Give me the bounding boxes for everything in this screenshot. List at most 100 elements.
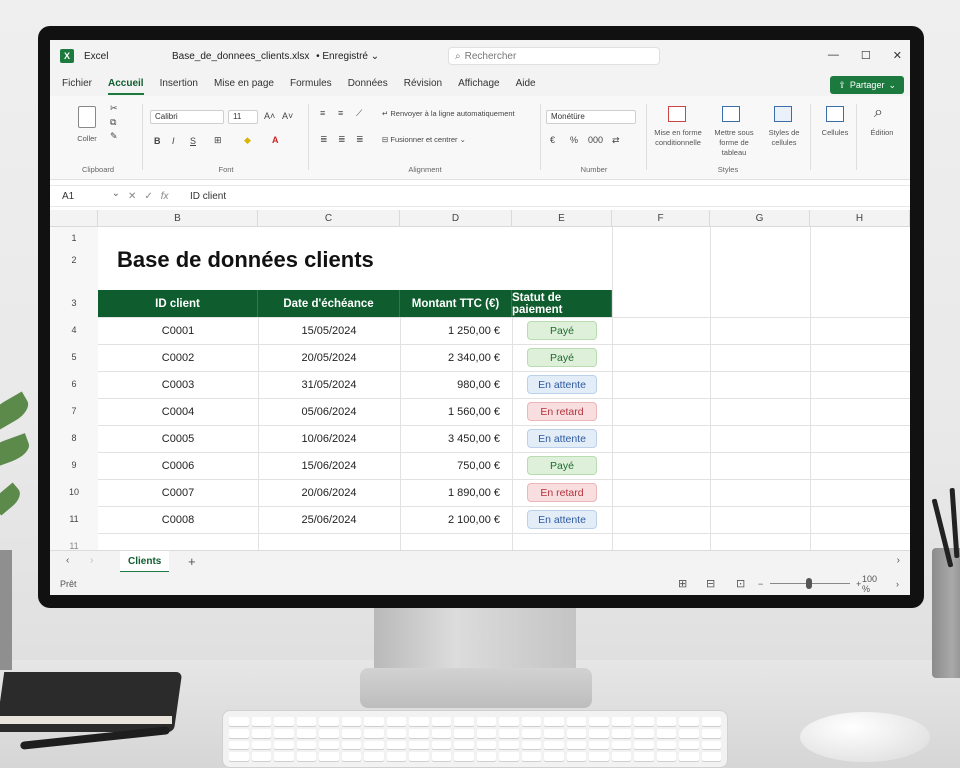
cell-amount[interactable]: 2 100,00 € — [400, 506, 512, 533]
cell-status[interactable]: En attente — [512, 371, 612, 398]
row-header[interactable]: 7 — [50, 398, 98, 425]
font-size-select[interactable]: 11 — [228, 110, 258, 124]
cell-status[interactable]: En attente — [512, 425, 612, 452]
currency-button[interactable]: € — [550, 135, 555, 145]
search-input[interactable]: ⌕ Rechercher — [448, 47, 660, 65]
cell-client-id[interactable]: C0005 — [98, 425, 258, 452]
align-right-icon[interactable]: ≣ — [356, 134, 364, 145]
cell-status[interactable]: Payé — [512, 344, 612, 371]
cell-client-id[interactable]: C0008 — [98, 506, 258, 533]
column-header[interactable]: C — [258, 210, 400, 227]
magnifier-icon[interactable]: ⌕ — [874, 104, 883, 122]
number-format-select[interactable]: Monétüre — [546, 110, 636, 124]
cell-due-date[interactable]: 20/06/2024 — [258, 479, 400, 506]
zoom-level[interactable]: 100 % — [862, 574, 886, 594]
page-break-icon[interactable]: ⊡ — [736, 577, 745, 590]
percent-button[interactable]: % — [570, 135, 578, 145]
wrap-text-button[interactable]: ↵ Renvoyer à la ligne automatiquement — [382, 109, 515, 118]
formula-input[interactable]: ID client — [184, 191, 910, 202]
conditional-format-icon[interactable] — [668, 106, 686, 122]
cell-client-id[interactable]: C0004 — [98, 398, 258, 425]
tab-fichier[interactable]: Fichier — [54, 72, 100, 96]
row-header[interactable]: 11 — [50, 533, 98, 551]
conditional-format-button[interactable]: Mise en forme conditionnelle — [652, 128, 704, 148]
font-name-select[interactable]: Calibri — [150, 110, 224, 124]
normal-view-icon[interactable]: ⊞ — [678, 577, 687, 590]
grow-font-button[interactable]: A˄ — [264, 111, 275, 121]
cell-status[interactable]: Payé — [512, 317, 612, 344]
decimal-icon[interactable]: ⇄ — [612, 135, 620, 146]
font-color-icon[interactable]: A — [272, 135, 279, 145]
cell-client-id[interactable]: C0003 — [98, 371, 258, 398]
row-header[interactable]: 9 — [50, 452, 98, 479]
format-table-icon[interactable] — [722, 106, 740, 122]
confirm-icon[interactable]: ✓ — [144, 191, 152, 202]
zoom-slider-thumb[interactable] — [806, 578, 812, 589]
column-header[interactable]: F — [612, 210, 710, 227]
cell-client-id[interactable]: C0006 — [98, 452, 258, 479]
format-table-button[interactable]: Mettre sous forme de tableau — [706, 128, 762, 158]
table-header-cell[interactable]: Statut de paiement — [512, 290, 612, 317]
chevron-right-icon[interactable]: › — [90, 555, 93, 566]
chevron-left-icon[interactable]: ‹ — [66, 555, 69, 566]
row-header[interactable]: 1 — [50, 227, 98, 250]
row-header[interactable]: 3 — [50, 290, 98, 317]
cell-status[interactable]: En retard — [512, 479, 612, 506]
tab-données[interactable]: Données — [340, 72, 396, 96]
fill-color-icon[interactable]: ◆ — [244, 135, 251, 146]
tab-formules[interactable]: Formules — [282, 72, 340, 96]
add-sheet-button[interactable]: + — [188, 554, 196, 569]
cell-amount[interactable]: 1 250,00 € — [400, 317, 512, 344]
format-painter-icon[interactable]: ✎ — [110, 131, 118, 142]
scroll-right-icon[interactable]: › — [897, 555, 900, 566]
orientation-icon[interactable]: ⟋ — [356, 108, 362, 119]
cell-amount[interactable]: 750,00 € — [400, 452, 512, 479]
cell-styles-icon[interactable] — [774, 106, 792, 122]
table-header-cell[interactable]: Montant TTC (€) — [400, 290, 512, 317]
zoom-in-button[interactable]: + — [856, 579, 861, 589]
row-header[interactable]: 2 — [50, 250, 98, 270]
cell-amount[interactable]: 980,00 € — [400, 371, 512, 398]
italic-button[interactable]: I — [172, 136, 175, 146]
maximize-button[interactable]: ☐ — [861, 49, 871, 62]
cell-status[interactable]: En retard — [512, 398, 612, 425]
column-header[interactable]: H — [810, 210, 910, 227]
cell-due-date[interactable]: 10/06/2024 — [258, 425, 400, 452]
table-header-cell[interactable]: ID client — [98, 290, 258, 317]
row-header[interactable]: 10 — [50, 479, 98, 506]
cancel-icon[interactable]: ✕ — [128, 191, 136, 202]
row-header[interactable]: 11 — [50, 506, 98, 533]
column-header[interactable]: G — [710, 210, 810, 227]
cut-icon[interactable]: ✂ — [110, 103, 118, 114]
align-left-icon[interactable]: ≣ — [320, 134, 328, 145]
paste-label[interactable]: Coller — [64, 134, 110, 144]
cell-amount[interactable]: 1 560,00 € — [400, 398, 512, 425]
cell-status[interactable]: Payé — [512, 452, 612, 479]
cell-amount[interactable]: 1 890,00 € — [400, 479, 512, 506]
cell-amount[interactable]: 2 340,00 € — [400, 344, 512, 371]
minimize-button[interactable]: — — [828, 49, 839, 62]
zoom-out-button[interactable]: − — [758, 579, 763, 589]
cell-status[interactable]: En attente — [512, 506, 612, 533]
thousands-button[interactable]: 000 — [588, 135, 603, 145]
expand-icon[interactable]: › — [896, 579, 899, 589]
bold-button[interactable]: B — [154, 136, 161, 146]
row-header[interactable]: 5 — [50, 344, 98, 371]
borders-icon[interactable]: ⊞ — [214, 135, 222, 146]
tab-révision[interactable]: Révision — [396, 72, 450, 96]
cell-due-date[interactable]: 15/06/2024 — [258, 452, 400, 479]
cell-styles-button[interactable]: Styles de cellules — [764, 128, 804, 148]
tab-mise-en-page[interactable]: Mise en page — [206, 72, 282, 96]
document-filename[interactable]: Base_de_donnees_clients.xlsx — [172, 51, 309, 62]
sheet-title[interactable]: Base de données clients — [117, 247, 374, 273]
column-header[interactable]: D — [400, 210, 512, 227]
paste-icon[interactable] — [78, 106, 96, 128]
cell-client-id[interactable]: C0007 — [98, 479, 258, 506]
column-header[interactable]: B — [98, 210, 258, 227]
cell-due-date[interactable]: 05/06/2024 — [258, 398, 400, 425]
share-button[interactable]: ⇪ Partager ⌄ — [830, 76, 904, 94]
align-middle-icon[interactable]: ≡ — [338, 108, 343, 118]
save-state[interactable]: • Enregistré ⌄ — [316, 51, 379, 62]
tab-affichage[interactable]: Affichage — [450, 72, 508, 96]
cell-client-id[interactable]: C0002 — [98, 344, 258, 371]
